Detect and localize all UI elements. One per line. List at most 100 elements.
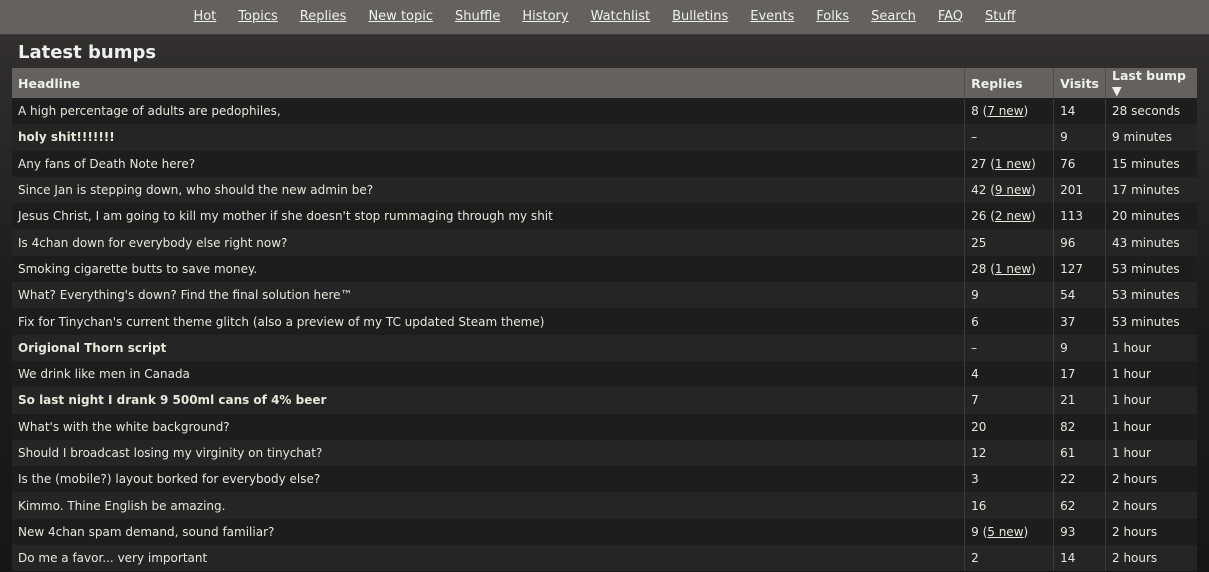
- table-row[interactable]: So last night I drank 9 500ml cans of 4%…: [12, 387, 1197, 414]
- nav-events[interactable]: Events: [750, 9, 794, 24]
- table-row[interactable]: We drink like men in Canada 4 17 1 hour: [12, 360, 1197, 388]
- last-bump-cell: 9 minutes: [1105, 124, 1197, 151]
- topic-headline-link[interactable]: A high percentage of adults are pedophil…: [12, 98, 965, 125]
- reply-count: 27: [971, 156, 987, 171]
- new-replies-link[interactable]: 5 new: [987, 525, 1023, 539]
- new-replies-link[interactable]: 2 new: [995, 209, 1031, 223]
- last-bump-cell: 1 hour: [1105, 360, 1197, 388]
- column-last-bump-label: Last bump: [1112, 68, 1186, 83]
- table-row[interactable]: What's with the white background? 20 82 …: [12, 413, 1197, 440]
- visits-cell: 96: [1053, 229, 1106, 256]
- topic-headline-link[interactable]: Jesus Christ, I am going to kill my moth…: [12, 203, 965, 230]
- reply-count: 7: [971, 393, 979, 408]
- table-row[interactable]: Is the (mobile?) layout borked for every…: [12, 466, 1197, 493]
- topic-headline-link[interactable]: We drink like men in Canada: [12, 360, 965, 388]
- nav-replies[interactable]: Replies: [300, 9, 347, 24]
- nav-folks[interactable]: Folks: [816, 9, 849, 24]
- last-bump-cell: 2 hours: [1105, 518, 1197, 546]
- column-visits[interactable]: Visits: [1053, 68, 1106, 98]
- nav-history[interactable]: History: [522, 9, 568, 24]
- visits-cell: 9: [1053, 124, 1106, 151]
- nav-new-topic[interactable]: New topic: [368, 9, 433, 24]
- last-bump-cell: 17 minutes: [1105, 176, 1197, 204]
- replies-cell: 25: [964, 229, 1054, 256]
- visits-cell: 22: [1053, 466, 1106, 493]
- reply-count: 6: [971, 314, 979, 329]
- nav-topics[interactable]: Topics: [238, 9, 277, 24]
- new-replies-link[interactable]: 1 new: [995, 262, 1031, 276]
- table-row[interactable]: Any fans of Death Note here? 27 (1 new) …: [12, 150, 1197, 177]
- table-row[interactable]: Since Jan is stepping down, who should t…: [12, 176, 1197, 204]
- topic-headline-link[interactable]: Since Jan is stepping down, who should t…: [12, 176, 965, 204]
- topic-headline-link[interactable]: Smoking cigarette butts to save money.: [12, 255, 965, 283]
- nav-shuffle[interactable]: Shuffle: [455, 9, 500, 24]
- new-replies-link[interactable]: 1 new: [995, 157, 1031, 171]
- table-row[interactable]: What? Everything's down? Find the final …: [12, 282, 1197, 309]
- visits-cell: 62: [1053, 492, 1106, 519]
- reply-count: 9: [971, 288, 979, 303]
- table-row[interactable]: Fix for Tinychan's current theme glitch …: [12, 308, 1197, 335]
- nav-watchlist[interactable]: Watchlist: [591, 9, 651, 24]
- reply-count: –: [971, 340, 978, 355]
- visits-cell: 113: [1053, 203, 1106, 230]
- last-bump-cell: 43 minutes: [1105, 229, 1197, 256]
- last-bump-cell: 1 hour: [1105, 387, 1197, 414]
- table-row[interactable]: Kimmo. Thine English be amazing. 16 62 2…: [12, 492, 1197, 519]
- topic-headline-link[interactable]: Kimmo. Thine English be amazing.: [12, 492, 965, 519]
- nav-hot[interactable]: Hot: [193, 9, 216, 24]
- topic-headline-link[interactable]: Is the (mobile?) layout borked for every…: [12, 466, 965, 493]
- reply-count: 28: [971, 261, 987, 276]
- visits-cell: 9: [1053, 334, 1106, 361]
- table-row[interactable]: Origional Thorn script – 9 1 hour: [12, 334, 1197, 361]
- topic-headline-link[interactable]: Do me a favor... very important: [12, 545, 965, 572]
- table-row[interactable]: A high percentage of adults are pedophil…: [12, 98, 1197, 125]
- nav-faq[interactable]: FAQ: [938, 9, 963, 24]
- visits-cell: 17: [1053, 360, 1106, 388]
- topic-headline-link[interactable]: Should I broadcast losing my virginity o…: [12, 439, 965, 467]
- table-row[interactable]: Should I broadcast losing my virginity o…: [12, 439, 1197, 467]
- table-row[interactable]: holy shit!!!!!!! – 9 9 minutes: [12, 124, 1197, 151]
- column-replies[interactable]: Replies: [964, 68, 1054, 98]
- nav-bulletins[interactable]: Bulletins: [672, 9, 728, 24]
- topic-headline-link[interactable]: New 4chan spam demand, sound familiar?: [12, 518, 965, 546]
- new-replies-link[interactable]: 7 new: [987, 104, 1023, 118]
- replies-cell: 2: [964, 545, 1054, 572]
- new-replies-link[interactable]: 9 new: [995, 183, 1031, 197]
- table-row[interactable]: Smoking cigarette butts to save money. 2…: [12, 255, 1197, 283]
- topic-headline-link[interactable]: What? Everything's down? Find the final …: [12, 282, 965, 309]
- nav-search[interactable]: Search: [871, 9, 916, 24]
- visits-cell: 76: [1053, 150, 1106, 177]
- topic-headline-link[interactable]: Is 4chan down for everybody else right n…: [12, 229, 965, 256]
- table-row[interactable]: Do me a favor... very important 2 14 2 h…: [12, 545, 1197, 572]
- column-headline[interactable]: Headline: [12, 68, 965, 98]
- last-bump-cell: 15 minutes: [1105, 150, 1197, 177]
- table-row[interactable]: Jesus Christ, I am going to kill my moth…: [12, 203, 1197, 230]
- page-title: Latest bumps: [18, 42, 157, 63]
- reply-count: –: [971, 130, 978, 145]
- replies-cell: 4: [964, 360, 1054, 388]
- column-last-bump[interactable]: Last bump ▼: [1105, 68, 1197, 98]
- topic-headline-link[interactable]: Any fans of Death Note here?: [12, 150, 965, 177]
- reply-count: 4: [971, 367, 979, 382]
- last-bump-cell: 53 minutes: [1105, 255, 1197, 283]
- topic-headline-link[interactable]: holy shit!!!!!!!: [12, 124, 965, 151]
- nav-stuff[interactable]: Stuff: [985, 9, 1016, 24]
- replies-cell: 16: [964, 492, 1054, 519]
- topic-headline-link[interactable]: What's with the white background?: [12, 413, 965, 440]
- visits-cell: 61: [1053, 439, 1106, 467]
- reply-count: 8: [971, 104, 979, 119]
- topics-table: Headline Replies Visits Last bump ▼ A hi…: [12, 68, 1197, 572]
- topic-headline-link[interactable]: Origional Thorn script: [12, 334, 965, 361]
- table-row[interactable]: Is 4chan down for everybody else right n…: [12, 229, 1197, 256]
- table-row[interactable]: New 4chan spam demand, sound familiar? 9…: [12, 518, 1197, 546]
- topic-headline-link[interactable]: So last night I drank 9 500ml cans of 4%…: [12, 387, 965, 414]
- last-bump-cell: 1 hour: [1105, 334, 1197, 361]
- visits-cell: 14: [1053, 545, 1106, 572]
- replies-cell: 20: [964, 413, 1054, 440]
- topic-headline-link[interactable]: Fix for Tinychan's current theme glitch …: [12, 308, 965, 335]
- visits-cell: 37: [1053, 308, 1106, 335]
- visits-cell: 54: [1053, 282, 1106, 309]
- top-nav: Hot Topics Replies New topic Shuffle History W…: [0, 0, 1209, 35]
- reply-count: 20: [971, 419, 987, 434]
- replies-cell: 9 (5 new): [964, 518, 1054, 546]
